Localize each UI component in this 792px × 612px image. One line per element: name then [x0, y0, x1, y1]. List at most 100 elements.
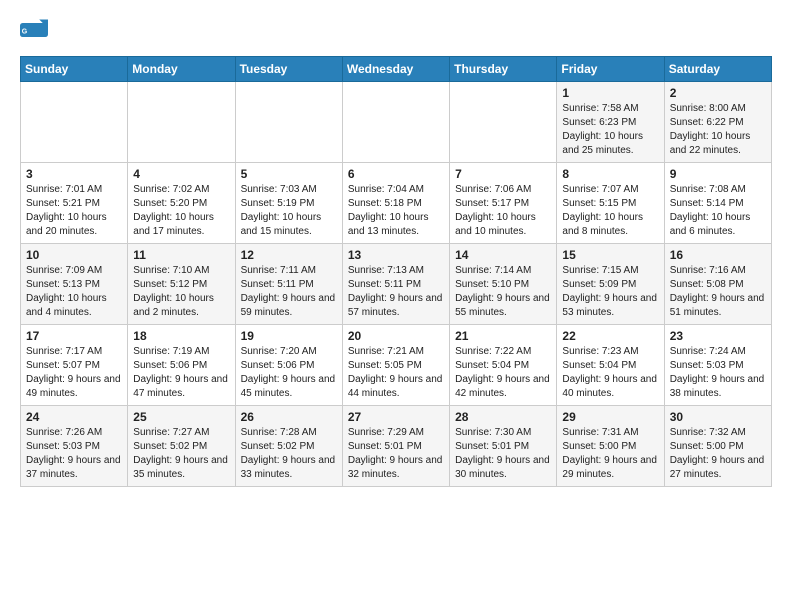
day-number: 15 [562, 248, 658, 262]
day-info: Sunrise: 7:20 AM Sunset: 5:06 PM Dayligh… [241, 345, 337, 401]
day-cell: 5 Sunrise: 7:03 AM Sunset: 5:19 PM Daylig… [235, 163, 342, 244]
day-cell [128, 82, 235, 163]
day-info: Sunrise: 7:14 AM Sunset: 5:10 PM Dayligh… [455, 264, 551, 320]
day-number: 8 [562, 167, 658, 181]
weekday-header-friday: Friday [557, 57, 664, 82]
day-info: Sunrise: 7:29 AM Sunset: 5:01 PM Dayligh… [348, 426, 444, 482]
logo: G [20, 16, 52, 44]
day-cell: 19 Sunrise: 7:20 AM Sunset: 5:06 PM Dayli… [235, 325, 342, 406]
day-number: 27 [348, 410, 444, 424]
day-cell: 20Sunrise: 7:21 AM Sunset: 5:05 PM Dayli… [342, 325, 449, 406]
day-info: Sunrise: 7:32 AM Sunset: 5:00 PM Dayligh… [670, 426, 766, 482]
day-number: 29 [562, 410, 658, 424]
day-cell: 15 Sunrise: 7:15 AM Sunset: 5:09 PM Dayli… [557, 244, 664, 325]
svg-text:G: G [22, 29, 28, 36]
day-number: 25 [133, 410, 229, 424]
day-number: 17 [26, 329, 122, 343]
day-cell [235, 82, 342, 163]
day-number: 3 [26, 167, 122, 181]
day-number: 24 [26, 410, 122, 424]
day-cell: 9 Sunrise: 7:08 AM Sunset: 5:14 PM Daylig… [664, 163, 771, 244]
day-info: Sunrise: 7:17 AM Sunset: 5:07 PM Dayligh… [26, 345, 122, 401]
day-number: 21 [455, 329, 551, 343]
day-number: 28 [455, 410, 551, 424]
day-number: 26 [241, 410, 337, 424]
day-info: Sunrise: 7:03 AM Sunset: 5:19 PM Dayligh… [241, 183, 337, 239]
day-cell: 1Sunrise: 7:58 AM Sunset: 6:23 PM Daylig… [557, 82, 664, 163]
day-number: 18 [133, 329, 229, 343]
day-cell: 8 Sunrise: 7:07 AM Sunset: 5:15 PM Daylig… [557, 163, 664, 244]
header: G [20, 16, 772, 44]
day-number: 30 [670, 410, 766, 424]
week-row-1: 1Sunrise: 7:58 AM Sunset: 6:23 PM Daylig… [21, 82, 772, 163]
weekday-header-sunday: Sunday [21, 57, 128, 82]
day-cell: 25 Sunrise: 7:27 AM Sunset: 5:02 PM Dayli… [128, 406, 235, 487]
day-cell: 29 Sunrise: 7:31 AM Sunset: 5:00 PM Dayli… [557, 406, 664, 487]
day-info: Sunrise: 7:23 AM Sunset: 5:04 PM Dayligh… [562, 345, 658, 401]
week-row-2: 3 Sunrise: 7:01 AM Sunset: 5:21 PM Daylig… [21, 163, 772, 244]
day-cell: 16Sunrise: 7:16 AM Sunset: 5:08 PM Dayli… [664, 244, 771, 325]
day-info: Sunrise: 7:09 AM Sunset: 5:13 PM Dayligh… [26, 264, 122, 320]
day-info: Sunrise: 7:27 AM Sunset: 5:02 PM Dayligh… [133, 426, 229, 482]
page: G SundayMondayTuesdayWednesdayThursdayFr… [0, 0, 792, 497]
weekday-header-thursday: Thursday [450, 57, 557, 82]
day-cell: 27 Sunrise: 7:29 AM Sunset: 5:01 PM Dayli… [342, 406, 449, 487]
day-info: Sunrise: 7:04 AM Sunset: 5:18 PM Dayligh… [348, 183, 444, 239]
day-cell [450, 82, 557, 163]
day-cell: 28 Sunrise: 7:30 AM Sunset: 5:01 PM Dayli… [450, 406, 557, 487]
day-info: Sunrise: 7:08 AM Sunset: 5:14 PM Dayligh… [670, 183, 766, 239]
day-cell [342, 82, 449, 163]
day-info: Sunrise: 7:30 AM Sunset: 5:01 PM Dayligh… [455, 426, 551, 482]
day-number: 13 [348, 248, 444, 262]
day-cell: 6 Sunrise: 7:04 AM Sunset: 5:18 PM Daylig… [342, 163, 449, 244]
day-info: Sunrise: 7:13 AM Sunset: 5:11 PM Dayligh… [348, 264, 444, 320]
day-number: 4 [133, 167, 229, 181]
day-info: Sunrise: 7:19 AM Sunset: 5:06 PM Dayligh… [133, 345, 229, 401]
day-cell [21, 82, 128, 163]
weekday-header-saturday: Saturday [664, 57, 771, 82]
day-cell: 26Sunrise: 7:28 AM Sunset: 5:02 PM Dayli… [235, 406, 342, 487]
day-number: 7 [455, 167, 551, 181]
day-number: 23 [670, 329, 766, 343]
day-cell: 23Sunrise: 7:24 AM Sunset: 5:03 PM Dayli… [664, 325, 771, 406]
day-info: Sunrise: 7:02 AM Sunset: 5:20 PM Dayligh… [133, 183, 229, 239]
week-row-4: 17 Sunrise: 7:17 AM Sunset: 5:07 PM Dayli… [21, 325, 772, 406]
day-info: Sunrise: 7:15 AM Sunset: 5:09 PM Dayligh… [562, 264, 658, 320]
day-info: Sunrise: 7:07 AM Sunset: 5:15 PM Dayligh… [562, 183, 658, 239]
day-cell: 4 Sunrise: 7:02 AM Sunset: 5:20 PM Daylig… [128, 163, 235, 244]
day-number: 5 [241, 167, 337, 181]
day-info: Sunrise: 7:11 AM Sunset: 5:11 PM Dayligh… [241, 264, 337, 320]
day-info: Sunrise: 7:22 AM Sunset: 5:04 PM Dayligh… [455, 345, 551, 401]
day-cell: 12 Sunrise: 7:11 AM Sunset: 5:11 PM Dayli… [235, 244, 342, 325]
day-number: 19 [241, 329, 337, 343]
day-cell: 18 Sunrise: 7:19 AM Sunset: 5:06 PM Dayli… [128, 325, 235, 406]
day-cell: 7 Sunrise: 7:06 AM Sunset: 5:17 PM Daylig… [450, 163, 557, 244]
day-info: Sunrise: 7:58 AM Sunset: 6:23 PM Dayligh… [562, 102, 658, 158]
day-number: 9 [670, 167, 766, 181]
day-cell: 13 Sunrise: 7:13 AM Sunset: 5:11 PM Dayli… [342, 244, 449, 325]
day-number: 10 [26, 248, 122, 262]
day-info: Sunrise: 7:31 AM Sunset: 5:00 PM Dayligh… [562, 426, 658, 482]
day-info: Sunrise: 7:01 AM Sunset: 5:21 PM Dayligh… [26, 183, 122, 239]
day-cell: 21 Sunrise: 7:22 AM Sunset: 5:04 PM Dayli… [450, 325, 557, 406]
day-info: Sunrise: 7:06 AM Sunset: 5:17 PM Dayligh… [455, 183, 551, 239]
day-info: Sunrise: 7:21 AM Sunset: 5:05 PM Dayligh… [348, 345, 444, 401]
day-number: 12 [241, 248, 337, 262]
week-row-5: 24 Sunrise: 7:26 AM Sunset: 5:03 PM Dayli… [21, 406, 772, 487]
day-number: 22 [562, 329, 658, 343]
weekday-header-tuesday: Tuesday [235, 57, 342, 82]
day-number: 6 [348, 167, 444, 181]
day-info: Sunrise: 7:10 AM Sunset: 5:12 PM Dayligh… [133, 264, 229, 320]
weekday-header-row: SundayMondayTuesdayWednesdayThursdayFrid… [21, 57, 772, 82]
day-info: Sunrise: 8:00 AM Sunset: 6:22 PM Dayligh… [670, 102, 766, 158]
weekday-header-monday: Monday [128, 57, 235, 82]
day-number: 2 [670, 86, 766, 100]
day-cell: 11 Sunrise: 7:10 AM Sunset: 5:12 PM Dayli… [128, 244, 235, 325]
day-cell: 2 Sunrise: 8:00 AM Sunset: 6:22 PM Daylig… [664, 82, 771, 163]
day-cell: 24 Sunrise: 7:26 AM Sunset: 5:03 PM Dayli… [21, 406, 128, 487]
week-row-3: 10 Sunrise: 7:09 AM Sunset: 5:13 PM Dayli… [21, 244, 772, 325]
day-number: 11 [133, 248, 229, 262]
day-info: Sunrise: 7:26 AM Sunset: 5:03 PM Dayligh… [26, 426, 122, 482]
day-number: 16 [670, 248, 766, 262]
day-cell: 3 Sunrise: 7:01 AM Sunset: 5:21 PM Daylig… [21, 163, 128, 244]
